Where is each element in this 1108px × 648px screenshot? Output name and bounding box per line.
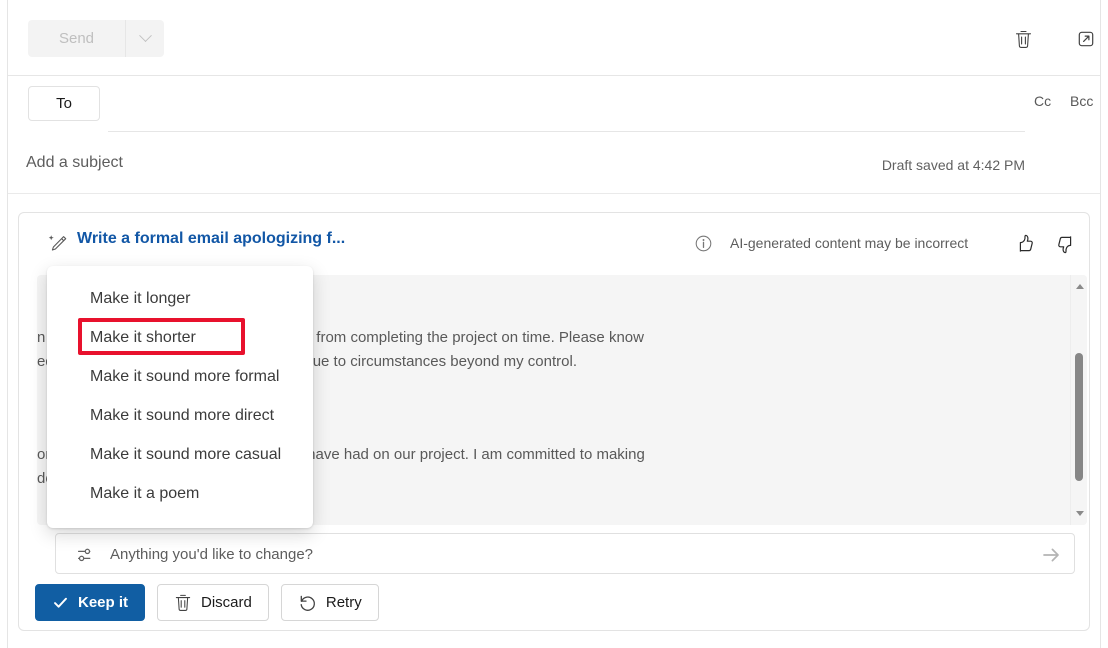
- thumbs-up-button[interactable]: [1012, 231, 1038, 257]
- copilot-header: Write a formal email apologizing f... AI…: [19, 213, 1091, 273]
- chevron-down-icon: [138, 29, 152, 43]
- rewrite-options-menu: Make it longer Make it shorter Make it s…: [47, 266, 313, 528]
- send-button[interactable]: Send: [28, 20, 125, 57]
- send-button-group: Send: [28, 20, 164, 57]
- discard-button[interactable]: Discard: [157, 584, 269, 621]
- copilot-prompt-title[interactable]: Write a formal email apologizing f...: [77, 230, 345, 248]
- info-circle-icon: [695, 235, 712, 252]
- undo-arrow-icon: [300, 595, 315, 611]
- thumbs-down-button[interactable]: [1053, 231, 1079, 257]
- refine-prompt-box: [55, 533, 1075, 574]
- keep-it-button[interactable]: Keep it: [35, 584, 146, 621]
- send-options-button[interactable]: [125, 20, 164, 57]
- scroll-down-arrow-icon: [1075, 511, 1084, 516]
- popout-window-button[interactable]: [1072, 25, 1100, 53]
- recipients-row: To: [8, 76, 1100, 132]
- subject-row: Draft saved at 4:42 PM: [8, 132, 1100, 194]
- window-right-border: [1100, 0, 1101, 648]
- thumbs-down-icon: [1058, 236, 1072, 254]
- menu-item-make-longer[interactable]: Make it longer: [47, 279, 313, 318]
- to-field-button[interactable]: To: [28, 86, 100, 121]
- refine-submit-button[interactable]: [1037, 541, 1064, 568]
- retry-button[interactable]: Retry: [280, 584, 379, 621]
- cc-button[interactable]: Cc: [1034, 93, 1051, 109]
- sliders-icon: [76, 545, 96, 565]
- compose-toolbar: Send: [8, 0, 1100, 76]
- subject-divider: [8, 193, 1100, 194]
- email-compose-window: Send To Cc Bcc Draft saved at 4:42 PM: [0, 0, 1108, 648]
- retry-label: Retry: [325, 594, 362, 611]
- trash-icon: [1015, 30, 1031, 48]
- subject-input[interactable]: [26, 154, 526, 172]
- thumbs-up-icon: [1019, 234, 1033, 252]
- discard-label: Discard: [201, 594, 252, 611]
- checkmark-icon: [54, 597, 67, 608]
- trash-icon: [175, 594, 191, 611]
- magic-pen-icon: [47, 233, 69, 255]
- menu-item-make-shorter[interactable]: Make it shorter: [47, 318, 313, 357]
- scroll-down-button[interactable]: [1071, 505, 1087, 522]
- scroll-up-arrow-icon: [1075, 284, 1084, 289]
- refine-prompt-input[interactable]: [110, 543, 1010, 565]
- open-in-new-window-icon: [1078, 31, 1094, 47]
- scroll-up-button[interactable]: [1071, 278, 1087, 295]
- ai-disclaimer-text: AI-generated content may be incorrect: [730, 235, 969, 251]
- copilot-actions: Keep it Discard Retry: [35, 584, 379, 621]
- arrow-right-icon: [1042, 548, 1059, 561]
- bcc-button[interactable]: Bcc: [1070, 93, 1093, 109]
- keep-it-label: Keep it: [78, 594, 129, 611]
- menu-item-more-direct[interactable]: Make it sound more direct: [47, 396, 313, 435]
- menu-item-more-formal[interactable]: Make it sound more formal: [47, 357, 313, 396]
- menu-item-make-poem[interactable]: Make it a poem: [47, 474, 313, 513]
- delete-draft-button[interactable]: [1009, 25, 1037, 53]
- draft-saved-status: Draft saved at 4:42 PM: [881, 157, 1025, 173]
- menu-item-more-casual[interactable]: Make it sound more casual: [47, 435, 313, 474]
- scrollbar-thumb[interactable]: [1075, 353, 1083, 481]
- body-scrollbar[interactable]: [1070, 275, 1087, 525]
